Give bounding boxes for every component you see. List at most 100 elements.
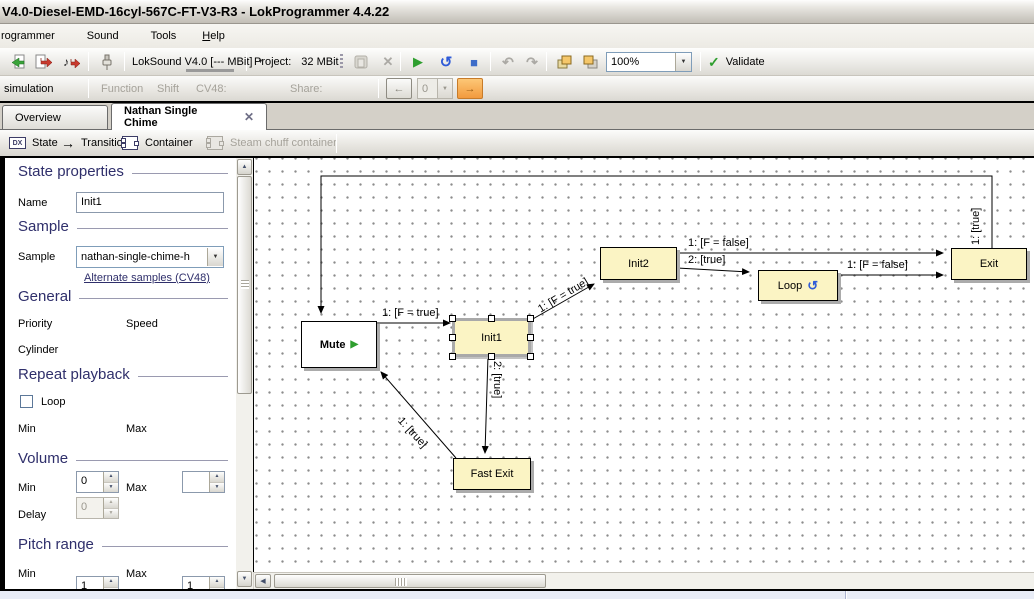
speed-value[interactable] <box>183 472 209 492</box>
state-loop[interactable]: Loop ↺ <box>758 270 838 301</box>
nav-forward-button[interactable]: → <box>457 76 483 101</box>
sound-flow-canvas[interactable]: 1: [F = true] 1: [F = true] 2: [true] 1:… <box>253 158 1034 572</box>
state-exit[interactable]: Exit <box>951 248 1027 280</box>
play-button[interactable]: ▶ <box>406 48 430 76</box>
toolbar-separator <box>246 52 247 71</box>
scrollbar-thumb[interactable] <box>237 176 252 394</box>
tab-nathan-single-chime[interactable]: Nathan Single Chime ✕ <box>111 103 267 130</box>
sample-value: nathan-single-chime-h <box>77 251 207 263</box>
repeat-max-spin-buttons[interactable]: ▲▼ <box>209 577 224 589</box>
scroll-up-button[interactable]: ▲ <box>237 159 252 175</box>
toolbar-drag-handle[interactable] <box>340 54 343 70</box>
chevron-down-icon[interactable]: ▼ <box>207 248 223 266</box>
canvas-hscrollbar[interactable]: ◀ <box>254 572 1034 589</box>
menu-help[interactable]: Help <box>193 27 234 45</box>
repeat-min-spin-buttons[interactable]: ▲▼ <box>103 577 118 589</box>
scrollbar-thumb[interactable] <box>274 574 546 588</box>
transition-label: 1: [F = true] <box>382 307 439 319</box>
menu-bar: rogrammer Sound Tools Help <box>0 24 1034 48</box>
scroll-down-button[interactable]: ▼ <box>237 571 252 587</box>
transition-init2-loop[interactable] <box>677 268 749 272</box>
resize-handle[interactable] <box>488 353 495 360</box>
transition-init1-fastexit[interactable] <box>485 356 488 453</box>
priority-spin-buttons[interactable]: ▲▼ <box>103 472 118 492</box>
sound-export-icon: ♪ <box>60 51 84 73</box>
zoom-level-combo[interactable]: 100% ▼ <box>606 48 692 76</box>
add-container-button[interactable]: Container <box>122 130 193 156</box>
add-state-button[interactable]: DX State <box>9 130 58 156</box>
zoom-in-button[interactable] <box>552 48 576 76</box>
transition-label: 2: [true] <box>491 361 503 398</box>
loop-play-button[interactable]: ↺ <box>434 48 458 76</box>
close-tab-icon[interactable]: ✕ <box>244 110 254 124</box>
repeat-min-value[interactable]: 1 <box>77 577 103 589</box>
arrow-right-icon: → <box>457 78 483 99</box>
play-icon: ▶ <box>350 339 358 350</box>
state-fast-exit[interactable]: Fast Exit <box>453 458 531 490</box>
write-decoder-button-disabled <box>349 48 373 76</box>
transition-exit-mute[interactable] <box>321 176 992 313</box>
validate-button[interactable]: ✓ Validate <box>708 48 765 76</box>
name-input[interactable]: Init1 <box>76 192 224 213</box>
toolbar-separator <box>546 52 547 71</box>
project-size-value: 32 MBit <box>301 56 338 68</box>
priority-label: Priority <box>18 318 52 330</box>
menu-sound[interactable]: Sound <box>78 27 128 45</box>
title-bar[interactable]: V4.0-Diesel-EMD-16cyl-567C-FT-V3-R3 - Lo… <box>0 0 1034 24</box>
resize-handle[interactable] <box>527 315 534 322</box>
write-sound-button[interactable]: ♪ <box>60 48 84 76</box>
stop-icon: ■ <box>462 51 486 73</box>
scroll-left-button[interactable]: ◀ <box>255 574 271 588</box>
diagram-toolbar: DX State → Transition Container Steam ch… <box>0 130 1034 158</box>
menu-programmer[interactable]: rogrammer <box>0 27 64 45</box>
alternate-samples-link[interactable]: Alternate samples (CV48) <box>84 272 210 284</box>
speed-spin-buttons[interactable]: ▲▼ <box>209 472 224 492</box>
cancel-button-disabled: ✕ <box>376 48 400 76</box>
state-init1-selected[interactable]: Init1 <box>452 318 531 357</box>
resize-handle[interactable] <box>449 334 456 341</box>
panel-scrollbar[interactable]: ▲ ▼ <box>236 158 253 589</box>
chevron-down-icon[interactable]: ▼ <box>675 53 691 71</box>
resize-handle[interactable] <box>527 353 534 360</box>
toolbar-separator <box>124 52 125 71</box>
menu-tools[interactable]: Tools <box>142 27 186 45</box>
toolbar-separator <box>336 134 337 153</box>
decoder-connect-button[interactable] <box>95 48 119 76</box>
open-project-button[interactable] <box>4 48 28 76</box>
loop-checkbox[interactable] <box>20 395 33 408</box>
resize-handle[interactable] <box>449 353 456 360</box>
tab-overview[interactable]: Overview <box>2 105 108 130</box>
toolbar-separator <box>88 79 89 98</box>
resize-handle[interactable] <box>527 334 534 341</box>
arrow-left-icon: ← <box>386 78 412 99</box>
main-toolbar: ♪ LokSound V4.0 [--- MBit] ▼ Project: 32… <box>0 48 1034 76</box>
tab-row: Overview Nathan Single Chime ✕ <box>0 103 1034 130</box>
zoom-out-button[interactable] <box>578 48 602 76</box>
speed-spinner[interactable]: ▲▼ <box>182 471 225 493</box>
write-project-button[interactable] <box>32 48 56 76</box>
transition-label: 1: [true] <box>970 208 982 245</box>
resize-handle[interactable] <box>449 315 456 322</box>
repeat-min-spinner[interactable]: 1 ▲▼ <box>76 576 119 589</box>
transition-label: 1: [F = false] <box>688 237 749 249</box>
nav-back-button[interactable]: ← <box>386 76 412 101</box>
priority-spinner[interactable]: 0 ▲▼ <box>76 471 119 493</box>
state-init2[interactable]: Init2 <box>600 247 677 280</box>
simulation-mode-label[interactable]: simulation <box>4 76 54 101</box>
add-transition-button[interactable]: → Transition <box>61 130 129 156</box>
decoder-type-value: LokSound V4.0 [--- MBit] <box>132 56 252 68</box>
repeat-max-value[interactable]: 1 <box>183 577 209 589</box>
loop-label: Loop <box>41 396 65 408</box>
cylinder-label: Cylinder <box>18 344 58 356</box>
repeat-max-spinner[interactable]: 1 ▲▼ <box>182 576 225 589</box>
section-pitch-range: Pitch range <box>18 536 228 553</box>
stop-button[interactable]: ■ <box>462 48 486 76</box>
priority-value[interactable]: 0 <box>77 472 103 492</box>
cylinder-spinner: 0 ▲▼ <box>76 497 119 519</box>
sample-combo[interactable]: nathan-single-chime-h ▼ <box>76 246 224 268</box>
resize-handle[interactable] <box>488 315 495 322</box>
pitch-max-label: Max <box>126 568 147 580</box>
zoom-level-value: 100% <box>607 56 675 68</box>
state-mute[interactable]: Mute ▶ <box>301 321 377 368</box>
toolbar-separator <box>400 52 401 71</box>
